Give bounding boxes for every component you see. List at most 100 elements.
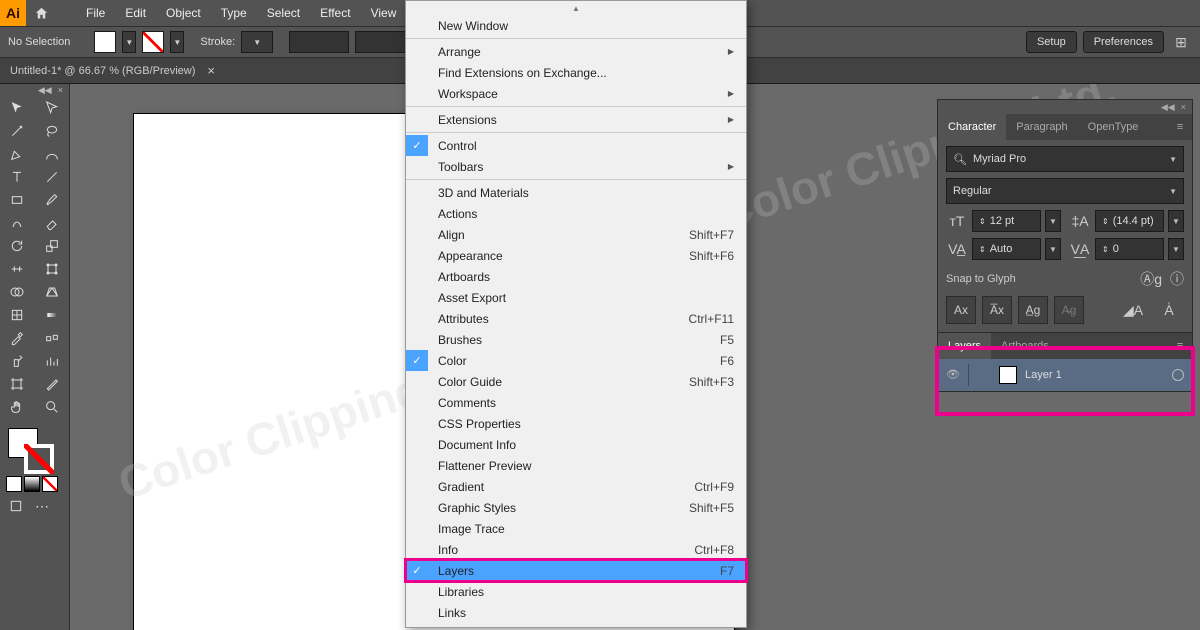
fill-stroke-control[interactable] [0, 424, 69, 476]
edit-toolbar-icon[interactable]: ⋯ [32, 496, 52, 516]
collapse-icon[interactable]: ◀◀ [38, 85, 52, 96]
tab-layers[interactable]: Layers [938, 333, 991, 359]
glyph-bounds-icon[interactable]: Ⓐg [1140, 269, 1162, 289]
menu-item-links[interactable]: Links [406, 602, 746, 623]
snap-xheight-icon[interactable]: A̅x [982, 296, 1012, 324]
info-icon[interactable]: ⓘ [1170, 269, 1184, 289]
menu-item-gradient[interactable]: GradientCtrl+F9 [406, 476, 746, 497]
menu-item-color-guide[interactable]: Color GuideShift+F3 [406, 371, 746, 392]
gradient-mode-icon[interactable] [24, 476, 40, 492]
menu-item-libraries[interactable]: Libraries [406, 581, 746, 602]
menu-item-appearance[interactable]: AppearanceShift+F6 [406, 245, 746, 266]
menu-item-extensions[interactable]: Extensions▶ [406, 109, 746, 130]
menu-item-arrange[interactable]: Arrange▶ [406, 41, 746, 62]
line-tool[interactable] [35, 165, 69, 188]
snap-baseline-icon[interactable]: Ax [946, 296, 976, 324]
kerning-dropdown[interactable]: ▼ [1045, 238, 1061, 260]
menu-item-brushes[interactable]: BrushesF5 [406, 329, 746, 350]
menu-item-flattener-preview[interactable]: Flattener Preview [406, 455, 746, 476]
fill-dropdown[interactable]: ▼ [122, 31, 136, 53]
menu-item-asset-export[interactable]: Asset Export [406, 287, 746, 308]
tab-artboards[interactable]: Artboards [991, 333, 1059, 359]
menu-object[interactable]: Object [156, 0, 211, 26]
tab-character[interactable]: Character [938, 114, 1006, 140]
document-tab[interactable]: Untitled-1* @ 66.67 % (RGB/Preview) [10, 65, 195, 77]
home-icon[interactable] [28, 0, 54, 26]
kerning-field[interactable]: ⇕Auto [972, 238, 1041, 260]
menu-item-css-properties[interactable]: CSS Properties [406, 413, 746, 434]
symbol-sprayer-tool[interactable] [0, 349, 34, 372]
font-family-field[interactable]: 🔍︎ Myriad Pro ▼ [946, 146, 1184, 172]
eraser-tool[interactable] [35, 211, 69, 234]
menu-item-layers[interactable]: ✓LayersF7 [406, 560, 746, 581]
leading-field[interactable]: ⇕(14.4 pt) [1095, 210, 1164, 232]
close-document-icon[interactable]: × [207, 63, 215, 78]
slice-tool[interactable] [35, 372, 69, 395]
menu-item-artboards[interactable]: Artboards [406, 266, 746, 287]
free-transform-tool[interactable] [35, 257, 69, 280]
tab-opentype[interactable]: OpenType [1078, 114, 1149, 140]
menu-item-align[interactable]: AlignShift+F7 [406, 224, 746, 245]
menu-file[interactable]: File [76, 0, 115, 26]
paintbrush-tool[interactable] [35, 188, 69, 211]
menu-select[interactable]: Select [257, 0, 310, 26]
rotate-tool[interactable] [0, 234, 34, 257]
layer-row[interactable]: 👁 Layer 1 [938, 359, 1192, 391]
tracking-field[interactable]: ⇕0 [1095, 238, 1164, 260]
align-artboard-icon[interactable]: ⊞ [1170, 31, 1192, 53]
layer-name[interactable]: Layer 1 [1025, 369, 1062, 381]
font-size-dropdown[interactable]: ▼ [1045, 210, 1061, 232]
document-setup-button[interactable]: Setup [1026, 31, 1077, 53]
magic-wand-tool[interactable] [0, 119, 34, 142]
preferences-button[interactable]: Preferences [1083, 31, 1164, 53]
visibility-icon[interactable]: 👁 [946, 368, 960, 382]
menu-item-document-info[interactable]: Document Info [406, 434, 746, 455]
rectangle-tool[interactable] [0, 188, 34, 211]
menu-item-image-trace[interactable]: Image Trace [406, 518, 746, 539]
leading-dropdown[interactable]: ▼ [1168, 210, 1184, 232]
curvature-tool[interactable] [35, 142, 69, 165]
collapse-icon[interactable]: ◀◀ [1161, 102, 1175, 113]
layers-menu-icon[interactable]: ≡ [1168, 333, 1192, 359]
menu-effect[interactable]: Effect [310, 0, 360, 26]
target-icon[interactable] [1172, 369, 1184, 381]
menu-item-workspace[interactable]: Workspace▶ [406, 83, 746, 104]
shape-builder-tool[interactable] [0, 280, 34, 303]
stroke-swatch[interactable] [142, 31, 164, 53]
artboard-tool[interactable] [0, 372, 34, 395]
close-icon[interactable]: × [58, 85, 63, 95]
eyedropper-tool[interactable] [0, 326, 34, 349]
pen-tool[interactable] [0, 142, 34, 165]
zoom-tool[interactable] [35, 395, 69, 418]
stroke-profile[interactable] [289, 31, 349, 53]
menu-view[interactable]: View [361, 0, 407, 26]
screen-mode-normal[interactable] [6, 496, 26, 516]
tab-paragraph[interactable]: Paragraph [1006, 114, 1077, 140]
menu-item-new-window[interactable]: New Window [406, 15, 746, 36]
menu-item-attributes[interactable]: AttributesCtrl+F11 [406, 308, 746, 329]
none-mode-icon[interactable] [42, 476, 58, 492]
panel-menu-icon[interactable]: ≡ [1168, 114, 1192, 140]
menu-item-toolbars[interactable]: Toolbars▶ [406, 156, 746, 177]
color-mode-icon[interactable] [6, 476, 22, 492]
scale-tool[interactable] [35, 234, 69, 257]
menu-item-actions[interactable]: Actions [406, 203, 746, 224]
fill-swatch[interactable] [94, 31, 116, 53]
close-icon[interactable]: × [1181, 102, 1186, 112]
stroke-dropdown[interactable]: ▼ [170, 31, 184, 53]
menu-edit[interactable]: Edit [115, 0, 156, 26]
tracking-dropdown[interactable]: ▼ [1168, 238, 1184, 260]
scroll-up-icon[interactable]: ▲ [406, 1, 746, 15]
menu-item-graphic-styles[interactable]: Graphic StylesShift+F5 [406, 497, 746, 518]
angular-snap-icon[interactable]: ◢A [1118, 296, 1148, 324]
selection-tool[interactable] [0, 96, 34, 119]
lasso-tool[interactable] [35, 119, 69, 142]
width-tool[interactable] [0, 257, 34, 280]
menu-item-comments[interactable]: Comments [406, 392, 746, 413]
menu-item-info[interactable]: InfoCtrl+F8 [406, 539, 746, 560]
blend-tool[interactable] [35, 326, 69, 349]
direct-selection-tool[interactable] [35, 96, 69, 119]
stroke-weight[interactable]: ▼ [241, 31, 273, 53]
anchor-snap-icon[interactable]: A̍ [1154, 296, 1184, 324]
perspective-tool[interactable] [35, 280, 69, 303]
